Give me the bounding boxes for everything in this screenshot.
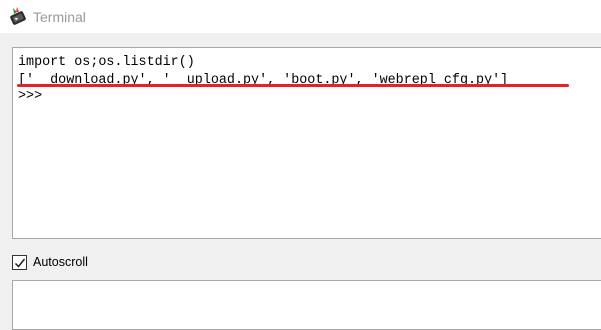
autoscroll-label: Autoscroll — [33, 255, 88, 269]
autoscroll-checkbox[interactable] — [12, 254, 27, 270]
checkmark-icon — [14, 258, 26, 268]
window-titlebar: Terminal — [0, 0, 601, 33]
terminal-app-icon — [8, 6, 28, 26]
terminal-output[interactable]: import os;os.listdir() ['__download.py',… — [12, 47, 601, 239]
red-underline-annotation — [17, 84, 569, 87]
terminal-prompt: >>> — [18, 89, 43, 104]
autoscroll-option[interactable]: Autoscroll — [12, 252, 88, 272]
window-title: Terminal — [33, 9, 86, 25]
terminal-input[interactable] — [12, 280, 601, 330]
terminal-line: import os;os.listdir() — [18, 55, 195, 70]
